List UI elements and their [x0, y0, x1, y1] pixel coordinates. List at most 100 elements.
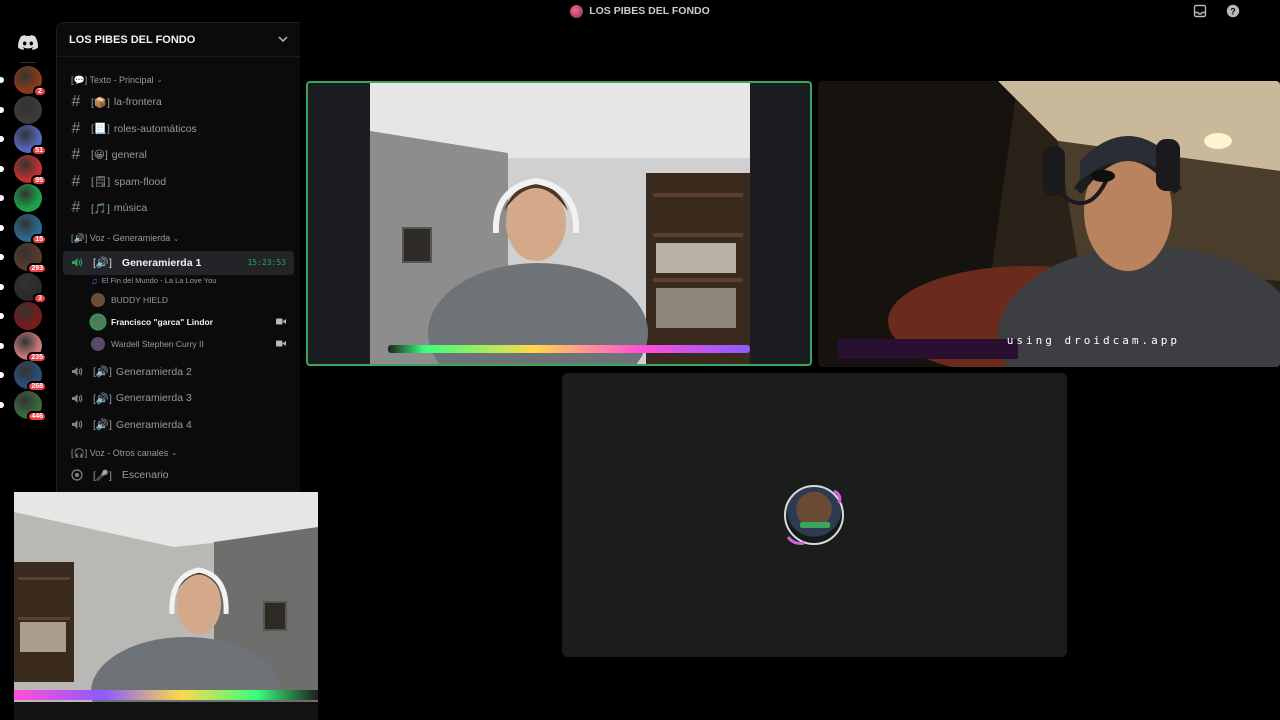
channel-label: Generamierda 4 [115, 418, 192, 431]
hashtag-icon: # [71, 93, 81, 111]
channel-activity: ♫ El Fin del Mundo - La La Love You [63, 275, 294, 287]
channel-label: Generamierda 3 [115, 392, 192, 405]
unread-pill [0, 283, 4, 290]
server-avatar [14, 302, 42, 330]
channel-prefix: [🎵] [91, 202, 110, 215]
call-timer: 15:23:53 [247, 258, 286, 267]
help-icon[interactable]: ? [1225, 3, 1240, 18]
server-icon[interactable] [0, 95, 42, 124]
voice-channel-generamierda-1[interactable]: [🔊] Generamierda 1 15:23:53 [63, 250, 294, 275]
self-camera-overlay [14, 492, 318, 720]
server-icon[interactable]: 2 [0, 66, 47, 97]
window-title-text: LOS PIBES DEL FONDO [589, 5, 710, 17]
chevron-down-icon: ⌄ [156, 77, 163, 84]
rail-separator [20, 62, 36, 63]
member-name: BUDDY HIELD [111, 294, 168, 305]
member-avatar [91, 292, 105, 307]
server-icon[interactable]: 15 [0, 213, 47, 245]
unread-pill [0, 136, 4, 142]
server-icon[interactable]: 3 [0, 272, 47, 304]
channel-label: general [111, 149, 147, 162]
server-avatar [14, 95, 42, 124]
chevron-down-icon: ⌄ [171, 450, 178, 457]
channel-prefix: [🔊] [93, 366, 112, 379]
voice-channel-generamierda-3[interactable]: [🔊] Generamierda 3 [63, 385, 294, 412]
channel-prefix: [🎤] [93, 469, 112, 482]
category-voice-generamierda[interactable]: [🔊] Voz - Generamierda ⌄ [57, 230, 300, 248]
video-tile-speaking[interactable] [306, 81, 812, 366]
svg-text:?: ? [1230, 6, 1236, 16]
video-tile-avatar[interactable] [562, 373, 1067, 657]
member-avatar [91, 336, 105, 351]
channel-label: roles-automáticos [113, 122, 197, 135]
channel-label: Escenario [121, 469, 169, 482]
avatar-decoration [786, 489, 842, 545]
text-channel-spam-flood[interactable]: # [🗒] spam-flood [63, 169, 294, 196]
hashtag-icon: # [71, 199, 81, 217]
server-icon[interactable]: 268 [0, 361, 47, 392]
title-bar: LOS PIBES DEL FONDO ? [0, 0, 1280, 22]
channel-prefix: [🔊] [93, 392, 112, 405]
unread-pill [0, 372, 4, 378]
droidcam-watermark: using droidcam.app [1006, 334, 1180, 347]
text-channel-general[interactable]: # [😀] general [63, 142, 294, 169]
chevron-down-icon: ⌄ [173, 235, 180, 243]
hashtag-icon: # [71, 119, 81, 137]
speaker-icon [71, 366, 83, 377]
discord-home-icon[interactable] [14, 28, 42, 56]
unread-pill [0, 77, 4, 83]
server-icon[interactable]: 446 [0, 390, 47, 422]
unread-pill [0, 401, 4, 408]
unread-pill [0, 342, 4, 349]
mention-badge: 2 [33, 86, 47, 97]
server-rail: 2 51 95 15 293 3 235 268 446 [0, 22, 56, 492]
server-icon[interactable]: 235 [0, 331, 47, 363]
text-channel-la-frontera[interactable]: # [📦] la-frontera [63, 89, 294, 116]
unread-pill [0, 254, 4, 260]
channel-sidebar: LOS PIBES DEL FONDO [💬] Texto - Principa… [56, 22, 300, 492]
member-name: Francisco "garca" Lindor [111, 316, 214, 327]
voice-member[interactable]: BUDDY HIELD [63, 289, 294, 311]
video-camera-icon [276, 318, 286, 325]
server-icon[interactable] [0, 184, 42, 212]
server-avatar [14, 184, 42, 212]
server-name: LOS PIBES DEL FONDO [69, 33, 196, 46]
unread-pill [0, 224, 4, 231]
camera-feed [14, 492, 318, 720]
unread-pill [0, 313, 4, 319]
server-header[interactable]: LOS PIBES DEL FONDO [57, 23, 300, 57]
channel-prefix: [🔊] [93, 257, 112, 269]
unread-pill [0, 106, 4, 113]
inbox-icon[interactable] [1192, 3, 1207, 18]
hashtag-icon: # [71, 172, 81, 190]
voice-member[interactable]: Wardell Stephen Curry II [63, 333, 294, 355]
voice-channel-generamierda-2[interactable]: [🔊] Generamierda 2 [63, 359, 294, 386]
server-icon[interactable]: 293 [0, 243, 47, 274]
channel-label: Generamierda 1 [121, 256, 202, 269]
mention-badge: 446 [27, 410, 47, 422]
server-icon[interactable]: 95 [0, 154, 47, 186]
speaker-icon [71, 393, 83, 404]
channel-label: Generamierda 2 [115, 365, 192, 378]
channel-prefix: [😀] [91, 149, 108, 162]
category-voice-otros[interactable]: [🎧] Voz - Otros canales ⌄ [57, 444, 300, 462]
chevron-down-icon [278, 34, 288, 45]
window-title: LOS PIBES DEL FONDO [570, 4, 710, 18]
mention-badge: 3 [33, 292, 47, 304]
channel-label: spam-flood [114, 175, 167, 188]
server-icon[interactable]: 51 [0, 125, 47, 156]
video-tile-stream[interactable]: using droidcam.app [818, 81, 1280, 367]
category-text-principal[interactable]: [💬] Texto - Principal ⌄ [57, 71, 300, 89]
voice-member[interactable]: Francisco "garca" Lindor [63, 311, 294, 333]
channel-prefix: [📦] [91, 96, 110, 109]
voice-channel-generamierda-4[interactable]: [🔊] Generamierda 4 [63, 412, 294, 439]
stage-channel-escenario[interactable]: [🎤] Escenario [63, 462, 294, 489]
stage-icon [71, 469, 83, 481]
text-channel-m-sica[interactable]: # [🎵] música [63, 195, 294, 222]
text-channel-roles-autom-ticos[interactable]: # [📃] roles-automáticos [63, 116, 294, 143]
category-label: [🔊] Voz - Generamierda [71, 233, 171, 243]
server-icon[interactable] [0, 302, 42, 330]
channel-prefix: [🗒] [91, 176, 111, 189]
speaker-icon [71, 419, 83, 430]
channel-label: la-frontera [113, 96, 162, 109]
